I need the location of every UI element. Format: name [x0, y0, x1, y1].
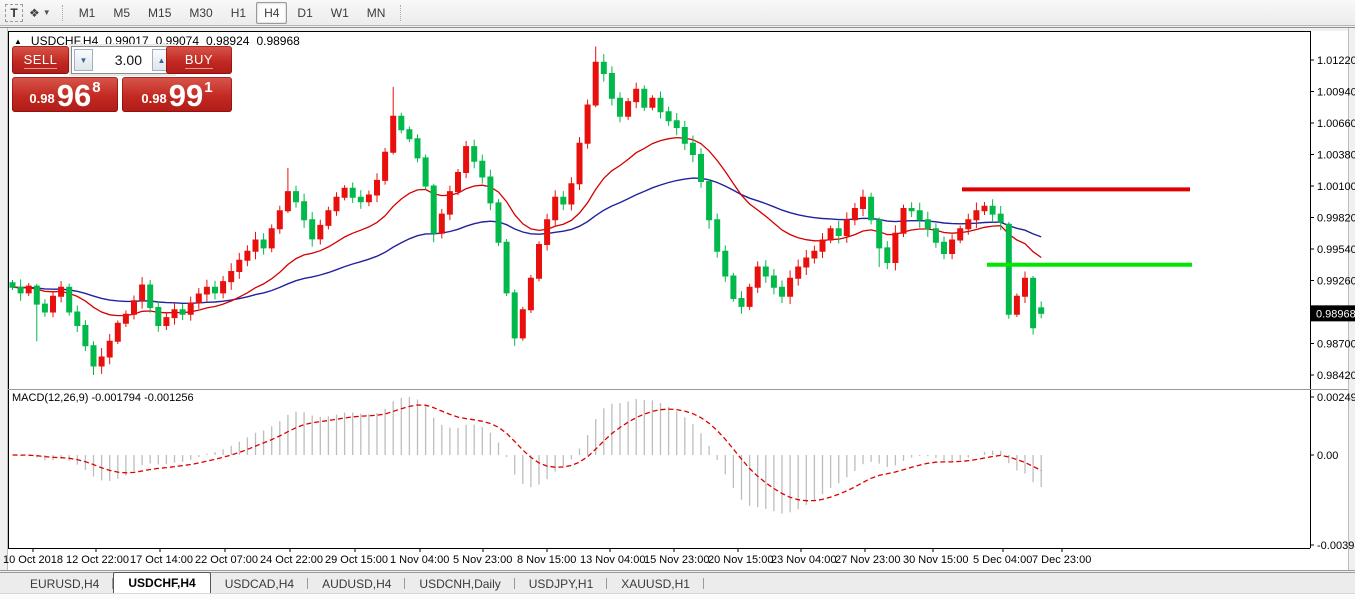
svg-text:8 Nov 15:00: 8 Nov 15:00	[517, 554, 576, 566]
svg-text:5 Nov 23:00: 5 Nov 23:00	[453, 554, 512, 566]
svg-text:0.99260: 0.99260	[1317, 276, 1355, 288]
svg-text:1.00660: 1.00660	[1317, 118, 1355, 130]
svg-text:23 Nov 04:00: 23 Nov 04:00	[771, 554, 836, 566]
caret-down-icon: ▼	[80, 56, 88, 65]
bid-price-box[interactable]: 0.98 96 8	[12, 77, 118, 112]
chart-tabs-bar: EURUSD,H4USDCHF,H4USDCAD,H4AUDUSD,H4USDC…	[0, 572, 1355, 593]
caret-up-icon: ▲	[158, 56, 166, 65]
svg-text:13 Nov 04:00: 13 Nov 04:00	[580, 554, 645, 566]
svg-text:0.00: 0.00	[1317, 450, 1338, 462]
svg-text:1.01220: 1.01220	[1317, 55, 1355, 67]
svg-text:1 Nov 04:00: 1 Nov 04:00	[390, 554, 449, 566]
one-click-trading-panel: SELL ▼ 3.00 ▲ BUY 0.98 96 8 0.98 99	[12, 46, 232, 112]
ask-price-prefix: 0.98	[141, 91, 166, 106]
buy-button[interactable]: BUY	[166, 46, 232, 74]
svg-text:0.98420: 0.98420	[1317, 370, 1355, 382]
chart-tab-xauusd-h1[interactable]: XAUUSD,H1	[607, 574, 704, 593]
svg-text:0.002492: 0.002492	[1317, 392, 1355, 404]
chart-tab-usdchf-h4[interactable]: USDCHF,H4	[113, 572, 210, 593]
chart-tab-usdcnh-daily[interactable]: USDCNH,Daily	[405, 574, 514, 593]
mt4-terminal: { "toolbar": { "text_tool": "T", "timefr…	[0, 0, 1355, 598]
chart-tab-usdcad-h4[interactable]: USDCAD,H4	[211, 574, 308, 593]
svg-text:29 Oct 15:00: 29 Oct 15:00	[325, 554, 388, 566]
ask-price-pips: 99	[169, 80, 203, 111]
svg-text:27 Nov 23:00: 27 Nov 23:00	[835, 554, 900, 566]
svg-text:15 Nov 23:00: 15 Nov 23:00	[644, 554, 709, 566]
chart-tab-audusd-h4[interactable]: AUDUSD,H4	[308, 574, 405, 593]
sell-button-label: SELL	[24, 52, 58, 69]
svg-text:1.00100: 1.00100	[1317, 181, 1355, 193]
bid-price-prefix: 0.98	[29, 91, 54, 106]
volume-decrease-button[interactable]: ▼	[74, 49, 93, 71]
buy-button-label: BUY	[185, 52, 213, 69]
svg-text:24 Oct 22:00: 24 Oct 22:00	[260, 554, 323, 566]
svg-text:5 Dec 04:00: 5 Dec 04:00	[973, 554, 1032, 566]
svg-text:12 Oct 22:00: 12 Oct 22:00	[66, 554, 129, 566]
svg-text:22 Oct 07:00: 22 Oct 07:00	[195, 554, 258, 566]
chart-tab-usdjpy-h1[interactable]: USDJPY,H1	[515, 574, 607, 593]
svg-text:1.00940: 1.00940	[1317, 87, 1355, 99]
svg-text:30 Nov 15:00: 30 Nov 15:00	[903, 554, 968, 566]
volume-input[interactable]: 3.00	[95, 52, 150, 68]
ask-price-box[interactable]: 0.98 99 1	[122, 77, 232, 112]
svg-text:1.00380: 1.00380	[1317, 150, 1355, 162]
svg-text:0.98700: 0.98700	[1317, 339, 1355, 351]
svg-text:20 Nov 15:00: 20 Nov 15:00	[708, 554, 773, 566]
macd-plot-area[interactable]	[8, 391, 1310, 548]
chart-tab-eurusd-h4[interactable]: EURUSD,H4	[16, 574, 113, 593]
volume-stepper: ▼ 3.00 ▲	[71, 46, 174, 74]
svg-text:0.99820: 0.99820	[1317, 213, 1355, 225]
sell-button[interactable]: SELL	[12, 46, 69, 74]
bid-price-pips: 96	[57, 80, 91, 111]
svg-text:0.99540: 0.99540	[1317, 244, 1355, 256]
svg-text:-0.003913: -0.003913	[1317, 540, 1355, 552]
ask-price-point: 1	[204, 79, 212, 96]
svg-text:10 Oct 2018: 10 Oct 2018	[3, 554, 63, 566]
collapse-triangle-icon: ▲	[14, 37, 22, 46]
bar-close: 0.98968	[256, 34, 299, 48]
macd-indicator-label: MACD(12,26,9) -0.001794 -0.001256	[12, 392, 194, 404]
bid-price-point: 8	[92, 79, 100, 96]
svg-text:17 Oct 14:00: 17 Oct 14:00	[130, 554, 193, 566]
svg-text:7 Dec 23:00: 7 Dec 23:00	[1032, 554, 1091, 566]
status-strip	[0, 593, 1355, 599]
current-price-value: 0.98968	[1316, 308, 1355, 320]
